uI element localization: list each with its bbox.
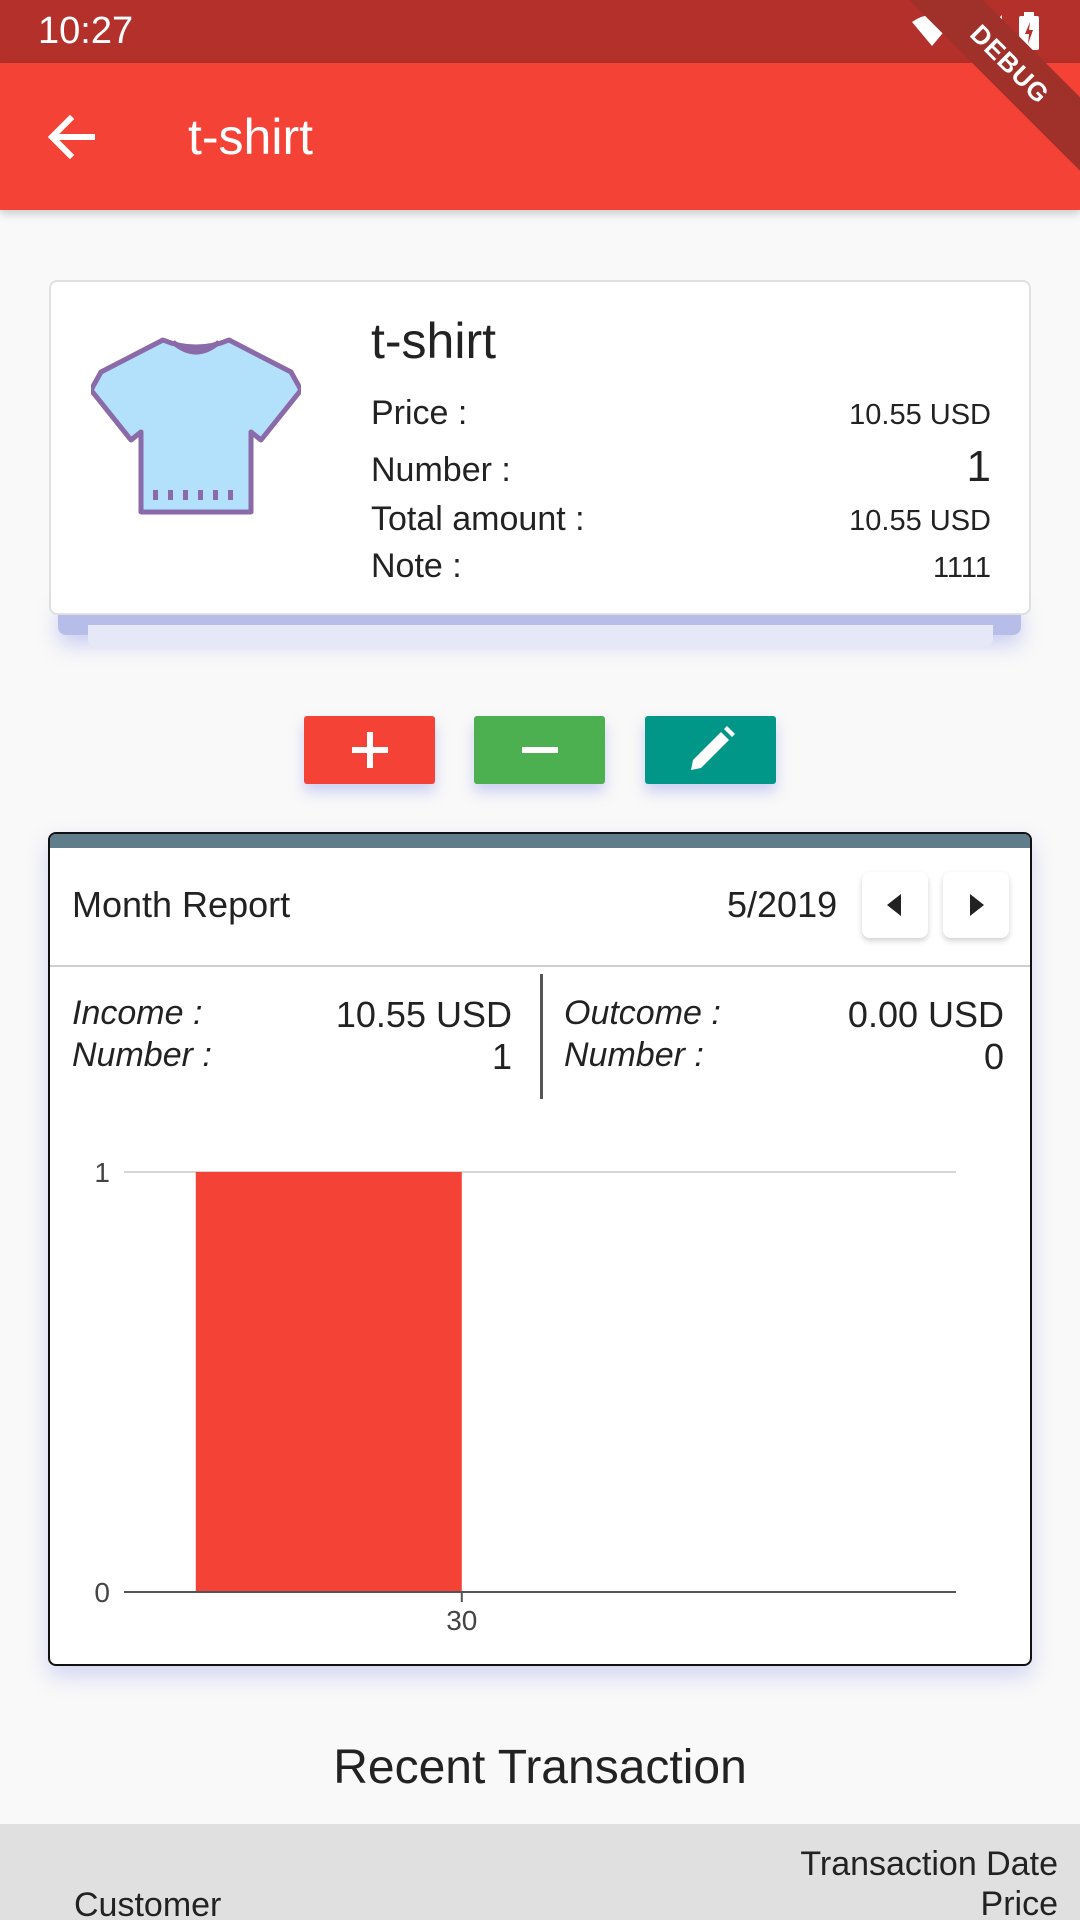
income-number-label: Number : [72,1036,212,1074]
number-value: 1 [966,442,991,491]
income-number-row: Number : 1 [72,1036,512,1078]
number-row: Number : 1 [371,442,991,492]
price-value: 10.55 USD [849,399,991,431]
number-label: Number : [371,451,511,489]
price-row: Price : 10.55 USD [371,394,991,433]
note-row: Note : 1111 [371,547,991,586]
plus-icon [351,732,388,768]
column-date-price: Transaction Date Price [800,1844,1058,1920]
report-title: Month Report [72,884,291,925]
caret-right-icon [970,894,984,916]
chart-bar [195,1172,462,1592]
tshirt-icon [91,337,301,515]
income-number-value: 1 [491,1036,512,1077]
outcome-value: 0.00 USD [847,994,1004,1035]
remove-button[interactable] [474,716,605,784]
column-date: Transaction Date [800,1845,1058,1883]
previous-month-button[interactable] [862,872,928,938]
outcome-number-label: Number : [564,1036,704,1074]
income-label: Income : [72,994,203,1032]
report-divider [50,965,1030,967]
app-bar: t-shirt [0,63,1080,210]
outcome-row: Outcome : 0.00 USD [564,994,1004,1036]
note-label: Note : [371,547,462,585]
chart-xtick-label: 30 [446,1605,477,1634]
edit-button[interactable] [645,716,776,784]
outcome-label: Outcome : [564,994,721,1032]
back-button[interactable] [42,107,102,167]
income-row: Income : 10.55 USD [72,994,512,1036]
total-value: 10.55 USD [849,505,991,537]
transaction-table-header: Customer Transaction Date Price [0,1824,1080,1920]
pencil-icon [690,726,735,770]
total-label: Total amount : [371,500,585,538]
report-month: 5/2019 [727,884,838,925]
status-time: 10:27 [38,10,134,52]
add-button[interactable] [304,716,435,784]
page-title: t-shirt [188,109,313,165]
column-price: Price [980,1885,1058,1920]
outcome-number-row: Number : 0 [564,1036,1004,1078]
caret-left-icon [887,894,901,916]
outcome-number-value: 0 [983,1036,1004,1077]
month-chart: 0 1 30 [94,1157,956,1634]
column-customer: Customer [74,1886,222,1920]
price-label: Price : [371,394,468,432]
next-month-button[interactable] [943,872,1009,938]
income-value: 10.55 USD [335,994,512,1035]
back-arrow-icon [47,114,95,160]
chart-ytick-label: 1 [94,1157,110,1188]
total-row: Total amount : 10.55 USD [371,500,991,539]
product-card: t-shirt Price : 10.55 USD Number : 1 Tot… [49,280,1031,615]
report-accent-bar [50,834,1030,848]
report-column-divider [540,974,543,1099]
minus-icon [521,747,558,753]
chart-ytick-label: 0 [94,1577,110,1608]
card-shadow-inner [88,625,993,647]
recent-transaction-title: Recent Transaction [333,1741,747,1794]
month-report-card: Month Report 5/2019 Income : 10.55 USD N… [48,832,1032,1666]
product-name: t-shirt [371,313,496,369]
note-value: 1111 [932,552,991,584]
